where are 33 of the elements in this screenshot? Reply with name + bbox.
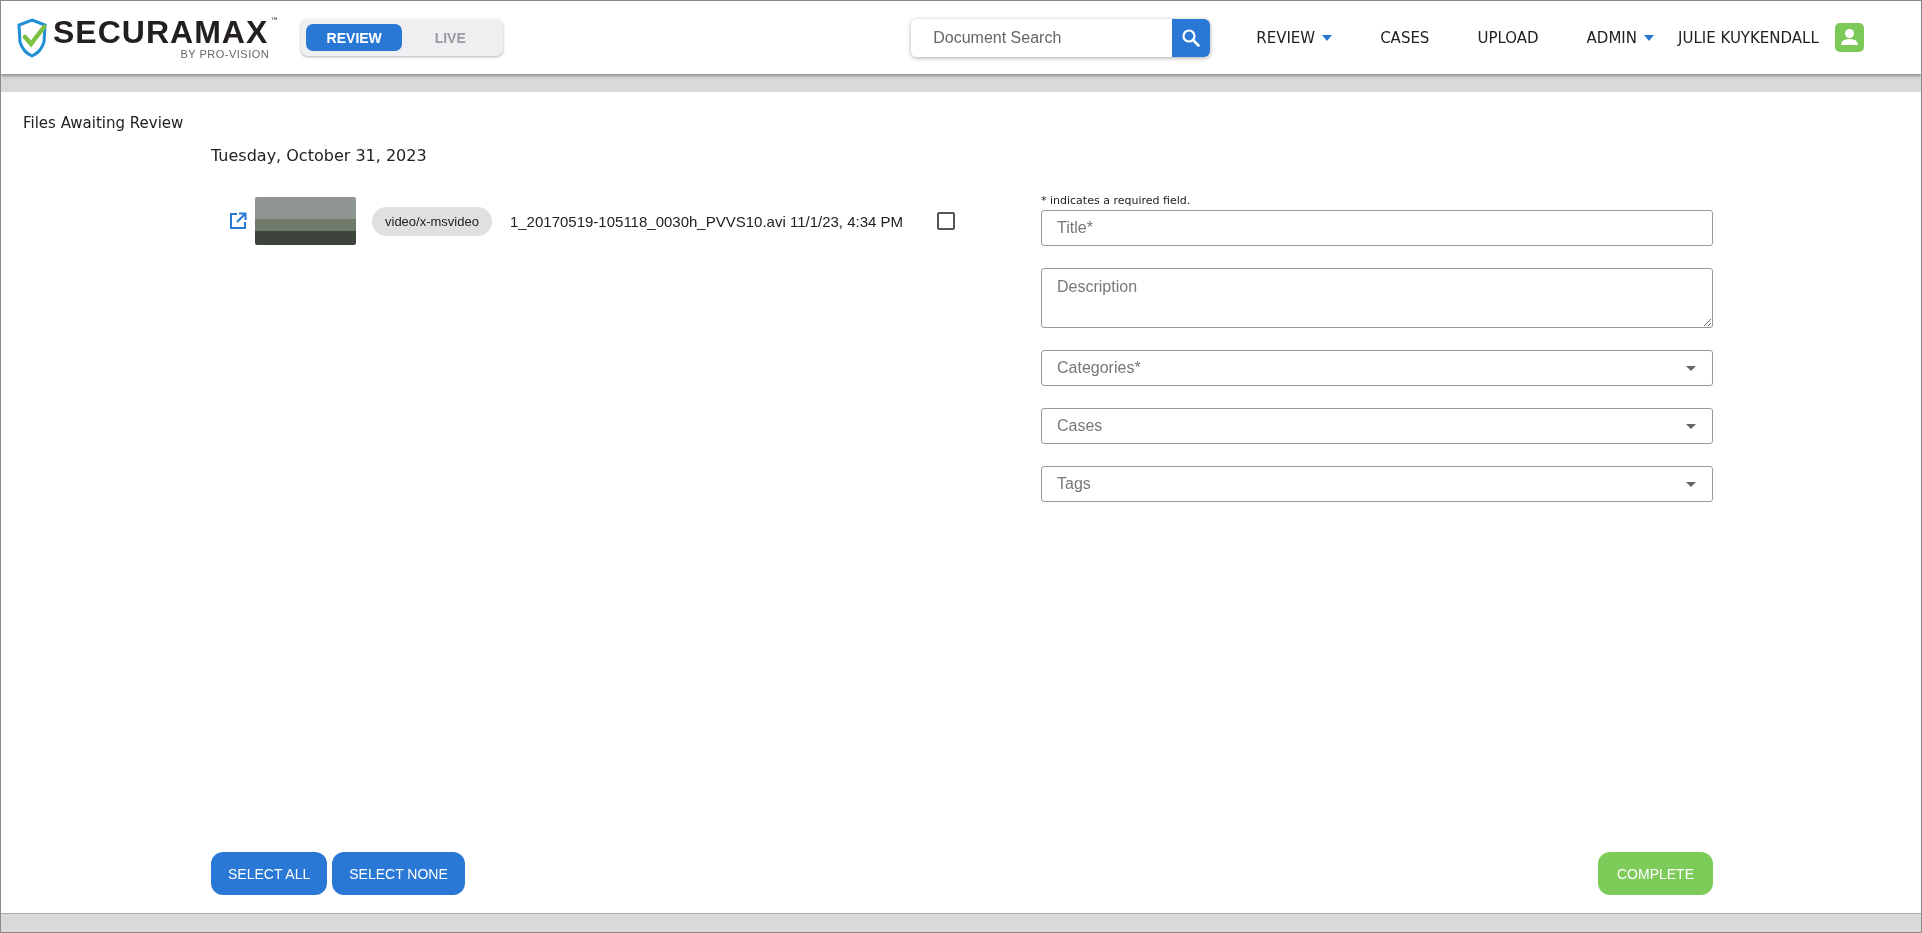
nav-link[interactable]: CASES [1356,28,1454,47]
mode-tab[interactable]: REVIEW [306,24,403,51]
selection-button[interactable]: SELECT NONE [332,852,465,895]
description-field[interactable]: Description [1041,268,1713,328]
caret-icon [1322,34,1333,41]
page-title: Files Awaiting Review [23,114,185,132]
search-icon [1181,27,1202,48]
nav-link[interactable]: UPLOAD [1453,28,1563,47]
file-type-chip: video/x-msvideo [372,206,492,236]
logo-wordmark: SECURAMAX [53,15,269,48]
dropdown-field[interactable]: Cases [1041,408,1713,444]
nav-link[interactable]: ADMIN [1562,28,1678,47]
selection-button[interactable]: SELECT ALL [211,852,328,895]
dropdown-caret-icon [1686,365,1696,371]
file-name: 1_20170519-105118_0030h_PVVS10.avi 11/1/23, 4:34 PM [509,212,904,230]
mode-tab[interactable]: LIVE [402,24,499,51]
caret-icon [1644,34,1654,41]
dropdown-caret-icon [1686,423,1696,429]
trademark-mark: ™ [270,15,280,26]
dropdown-field[interactable]: Tags [1041,466,1713,502]
title-field[interactable]: Title* [1041,210,1713,246]
logo-tagline: BY PRO-VISION [180,47,270,60]
dropdown-field[interactable]: Categories* [1041,350,1713,386]
shield-check-icon [17,17,47,58]
date-heading: Tuesday, October 31, 2023 [211,146,428,165]
user-name[interactable]: JULIE KUYKENDALL [1678,28,1819,47]
photo-placeholder[interactable] [255,197,356,245]
search-button[interactable] [1172,18,1211,57]
file-checkbox[interactable] [937,212,956,230]
dropdown-caret-icon [1686,481,1696,487]
required-note: * indicates a required field. [1041,194,1192,207]
external-link-icon[interactable] [229,212,247,230]
nav-link[interactable]: REVIEW [1236,28,1357,47]
